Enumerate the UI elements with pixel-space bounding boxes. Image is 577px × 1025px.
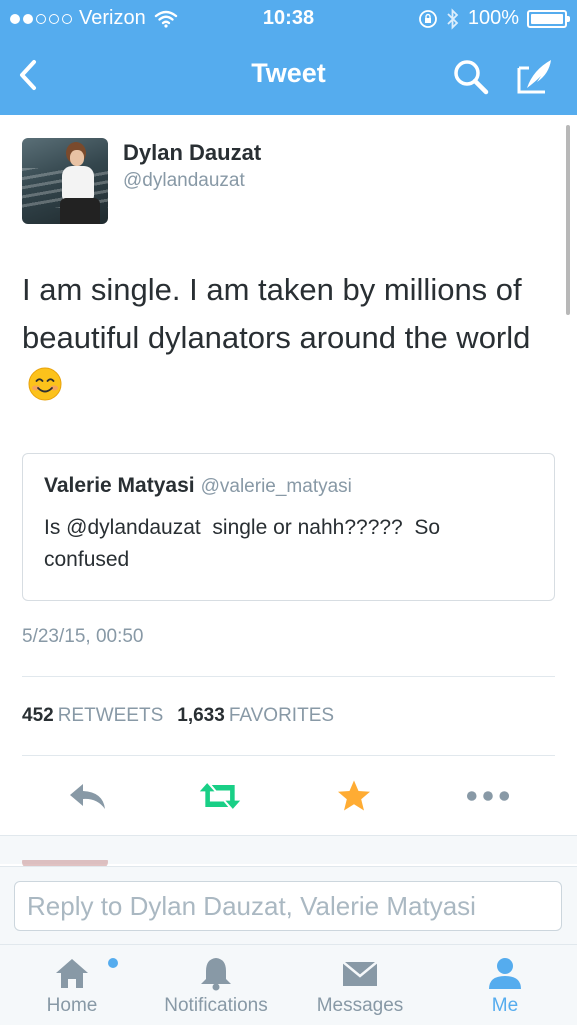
- tweet-body: I am single. I am taken by millions of b…: [22, 272, 531, 355]
- author-avatar[interactable]: [22, 138, 108, 224]
- quoted-author-name: Valerie Matyasi: [44, 474, 195, 497]
- favorite-count: 1,633: [177, 705, 225, 726]
- reply-button[interactable]: [66, 778, 110, 814]
- tab-label: Messages: [316, 995, 404, 1016]
- retweet-button[interactable]: [198, 778, 242, 814]
- author-handle[interactable]: @dylandauzat: [123, 170, 245, 192]
- tab-label: Me: [491, 995, 519, 1016]
- bluetooth-icon: [447, 7, 459, 30]
- favorite-button[interactable]: [332, 778, 376, 814]
- smiling-face-icon: [28, 367, 62, 401]
- favorites-stat[interactable]: 1,633 FAVORITES: [177, 705, 334, 726]
- tab-notifications[interactable]: Notifications: [150, 945, 282, 1025]
- reply-bar: [0, 866, 577, 945]
- favorite-star-icon: [338, 780, 370, 811]
- reply-input[interactable]: [14, 881, 562, 931]
- quoted-tweet-header: Valerie Matyasi @valerie_matyasi: [44, 474, 352, 498]
- home-icon: [56, 959, 88, 988]
- compose-icon[interactable]: [515, 56, 557, 96]
- author-name[interactable]: Dylan Dauzat: [123, 140, 261, 166]
- favorite-label: FAVORITES: [228, 705, 335, 726]
- quoted-tweet[interactable]: Valerie Matyasi @valerie_matyasi Is @dyla…: [22, 453, 555, 601]
- more-button[interactable]: [466, 778, 510, 814]
- quoted-tweet-text: Is @dylandauzat single or nahh????? So c…: [44, 516, 446, 571]
- quoted-author-handle: @valerie_matyasi: [200, 476, 352, 497]
- tab-me[interactable]: Me: [445, 945, 565, 1025]
- battery-percent: 100%: [467, 7, 519, 29]
- tweet-timestamp: 5/23/15, 00:50: [22, 626, 144, 647]
- more-icon: [466, 791, 510, 801]
- tab-home[interactable]: Home: [12, 945, 132, 1025]
- divider: [22, 676, 555, 677]
- scrollbar[interactable]: [566, 125, 570, 315]
- retweet-label: RETWEETS: [57, 705, 164, 726]
- search-icon[interactable]: [452, 58, 490, 96]
- tweet-text: I am single. I am taken by millions of b…: [22, 266, 562, 410]
- tab-bar: Home Notifications Messages Me: [0, 944, 577, 1025]
- status-right: 100%: [418, 7, 570, 30]
- tweet-stats: 452 RETWEETS 1,633 FAVORITES: [22, 705, 334, 727]
- retweet-count: 452: [22, 705, 54, 726]
- retweets-stat[interactable]: 452 RETWEETS: [22, 705, 163, 726]
- person-icon: [489, 958, 521, 989]
- tab-label: Notifications: [164, 995, 268, 1016]
- bell-icon: [201, 958, 231, 991]
- retweet-icon: [199, 783, 241, 809]
- rotation-lock-icon: [418, 9, 437, 28]
- page-title: Tweet: [251, 58, 326, 88]
- battery-icon: [527, 9, 570, 28]
- status-bar: Verizon 10:38 100%: [0, 0, 577, 38]
- divider: [22, 755, 555, 756]
- tab-label: Home: [46, 995, 98, 1016]
- new-content-dot: [108, 958, 118, 968]
- top-bar: Verizon 10:38 100% Tweet: [0, 0, 577, 115]
- envelope-icon: [342, 961, 378, 986]
- reply-icon: [70, 784, 105, 809]
- tab-messages[interactable]: Messages: [300, 945, 420, 1025]
